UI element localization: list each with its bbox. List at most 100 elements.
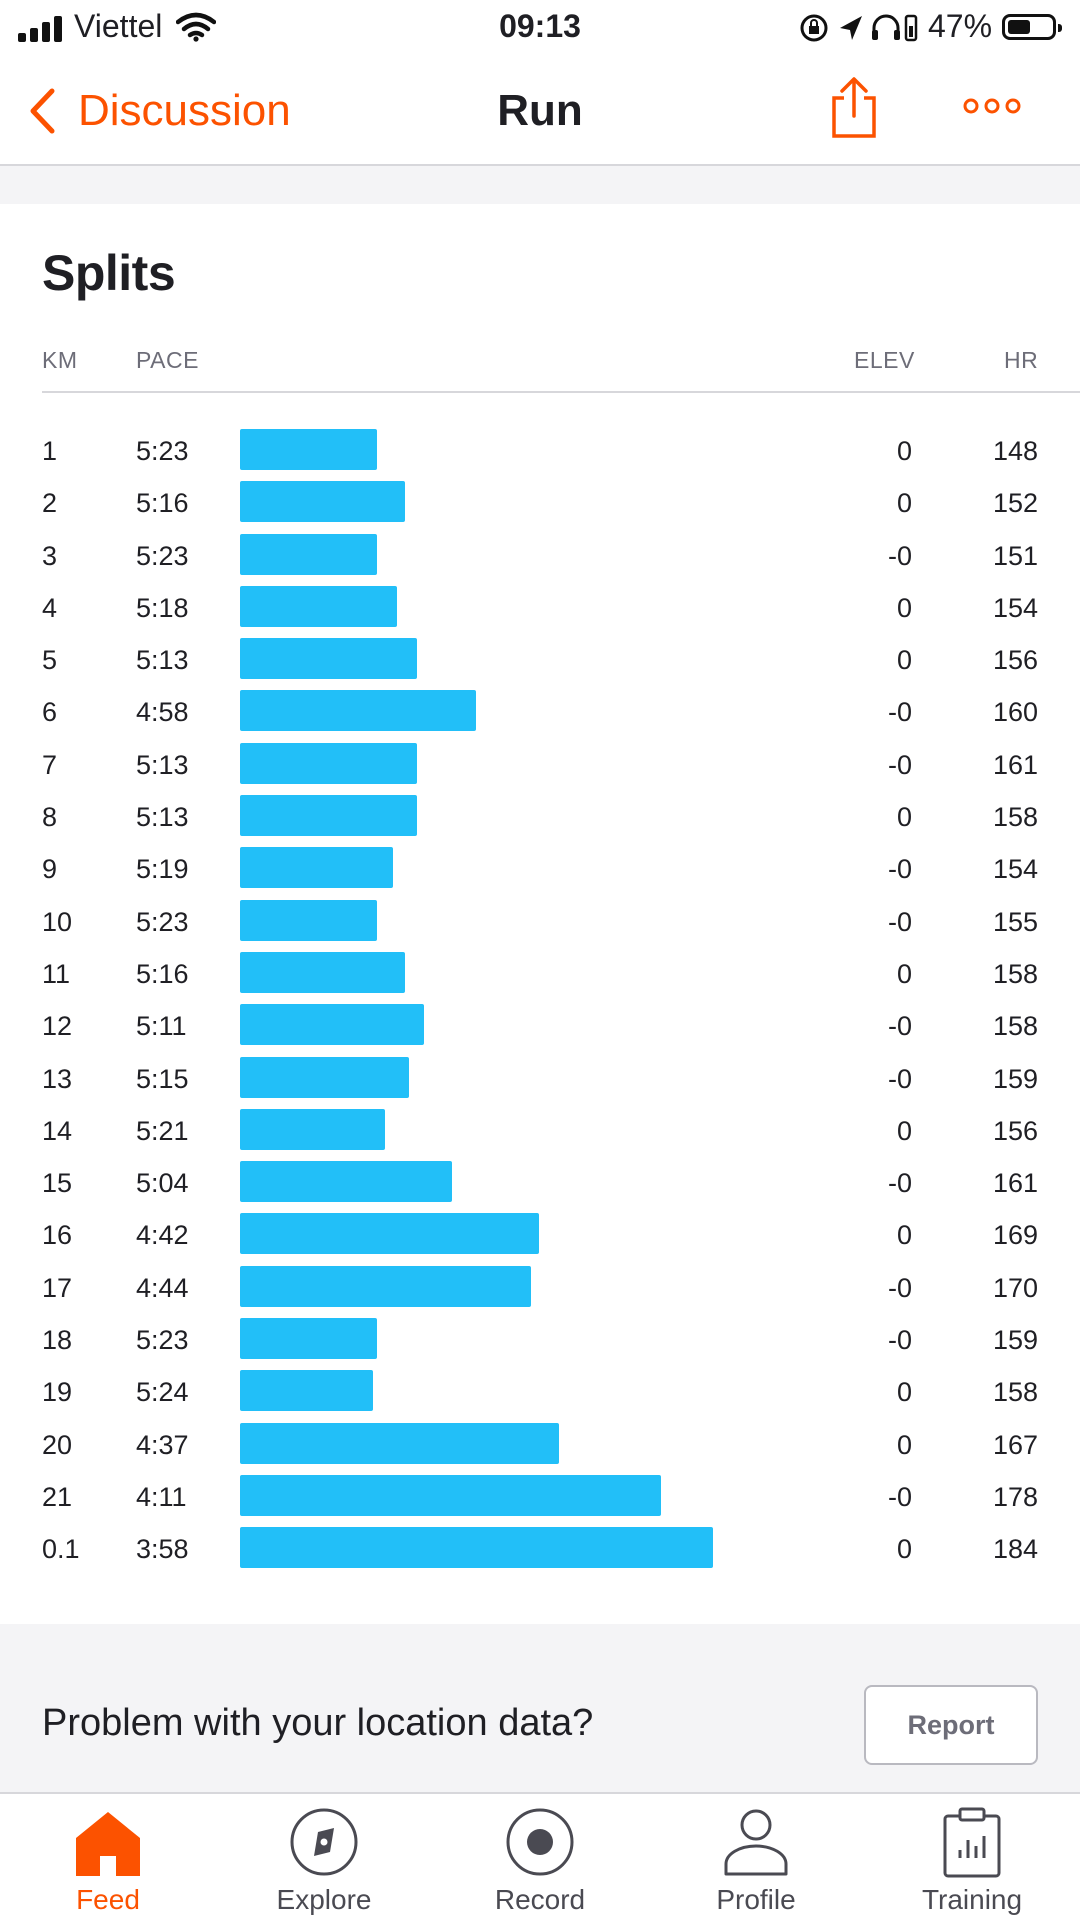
- share-icon[interactable]: [826, 76, 882, 140]
- split-km: 4: [42, 592, 58, 623]
- split-elev: 0: [896, 1220, 912, 1251]
- split-hr: 159: [992, 1325, 1038, 1356]
- split-elev: 0: [896, 958, 912, 989]
- split-hr: 184: [992, 1534, 1038, 1565]
- split-pace: 4:11: [136, 1481, 187, 1512]
- split-km: 19: [42, 1377, 73, 1408]
- battery-icon: [1002, 14, 1062, 40]
- column-header-hr: HR: [1004, 347, 1039, 373]
- split-row: 10 5:23 -0 155: [0, 896, 1080, 948]
- split-pace: 3:58: [136, 1534, 189, 1565]
- pace-bar: [240, 899, 377, 941]
- split-elev: -0: [887, 1481, 912, 1512]
- split-elev: -0: [887, 540, 912, 571]
- split-row: 11 5:16 0 158: [0, 948, 1080, 1000]
- split-km: 2: [42, 488, 58, 519]
- pace-bar: [240, 742, 417, 784]
- pace-bar: [240, 690, 476, 732]
- split-row: 17 4:44 -0 170: [0, 1262, 1080, 1314]
- split-pace: 5:19: [136, 854, 189, 885]
- pace-bar: [240, 951, 405, 993]
- pace-bar: [240, 1422, 559, 1464]
- rotation-lock-icon: [800, 14, 828, 42]
- header-divider: [42, 391, 1080, 393]
- split-pace: 5:11: [136, 1011, 187, 1042]
- split-elev: -0: [887, 1168, 912, 1199]
- tab-label: Explore: [276, 1884, 372, 1915]
- split-km: 13: [42, 1063, 73, 1094]
- split-pace: 5:15: [136, 1063, 189, 1094]
- pace-bar: [240, 1213, 539, 1255]
- tab-label: Profile: [716, 1884, 796, 1915]
- split-km: 5: [42, 645, 58, 676]
- tab-record[interactable]: Record: [432, 1794, 648, 1920]
- status-icons: [800, 14, 918, 42]
- pace-bar: [240, 1474, 661, 1516]
- pace-bar: [240, 1161, 452, 1203]
- split-km: 0.1: [42, 1534, 80, 1565]
- split-km: 12: [42, 1011, 73, 1042]
- split-pace: 5:24: [136, 1377, 189, 1408]
- split-km: 14: [42, 1115, 73, 1146]
- split-hr: 158: [992, 1011, 1038, 1042]
- pace-bar: [240, 638, 417, 680]
- pace-bar: [240, 1527, 713, 1569]
- split-pace: 5:13: [136, 802, 189, 833]
- clipboard-chart-icon: [943, 1807, 1001, 1878]
- split-km: 18: [42, 1325, 73, 1356]
- tab-feed[interactable]: Feed: [0, 1794, 216, 1920]
- split-hr: 156: [992, 645, 1038, 676]
- split-row: 13 5:15 -0 159: [0, 1053, 1080, 1105]
- split-hr: 161: [992, 1168, 1038, 1199]
- split-hr: 158: [992, 1377, 1038, 1408]
- pace-bar: [240, 585, 397, 627]
- split-elev: 0: [896, 802, 912, 833]
- split-elev: 0: [896, 1534, 912, 1565]
- split-km: 16: [42, 1220, 73, 1251]
- split-hr: 167: [992, 1429, 1038, 1460]
- headphones-icon: [872, 14, 900, 40]
- pace-bar: [240, 429, 377, 470]
- split-elev: 0: [896, 436, 912, 466]
- split-row: 20 4:37 0 167: [0, 1419, 1080, 1471]
- split-km: 15: [42, 1168, 73, 1199]
- split-row: 7 5:13 -0 161: [0, 739, 1080, 791]
- split-hr: 156: [992, 1115, 1038, 1146]
- split-km: 6: [42, 697, 58, 728]
- split-hr: 169: [992, 1220, 1038, 1251]
- compass-icon: [290, 1808, 358, 1876]
- split-row: 9 5:19 -0 154: [0, 843, 1080, 895]
- tab-profile[interactable]: Profile: [648, 1794, 864, 1920]
- person-icon: [724, 1809, 788, 1876]
- split-pace: 5:16: [136, 488, 189, 519]
- tab-training[interactable]: Training: [864, 1794, 1080, 1920]
- split-pace: 5:23: [136, 906, 189, 937]
- tab-label: Record: [494, 1884, 586, 1915]
- tab-explore[interactable]: Explore: [216, 1794, 432, 1920]
- charging-battery-icon: [904, 14, 918, 42]
- split-elev: -0: [887, 1011, 912, 1042]
- split-elev: -0: [887, 1272, 912, 1303]
- split-elev: -0: [887, 854, 912, 885]
- tab-bar: Feed Explore Record Profile Training: [0, 1792, 1080, 1920]
- split-pace: 4:44: [136, 1272, 189, 1303]
- report-button[interactable]: Report: [864, 1685, 1038, 1765]
- split-pace: 5:13: [136, 749, 189, 780]
- split-km: 11: [42, 958, 71, 989]
- split-row: 15 5:04 -0 161: [0, 1157, 1080, 1209]
- split-pace: 5:04: [136, 1168, 189, 1199]
- back-button[interactable]: Discussion: [28, 76, 291, 146]
- tab-label: Feed: [76, 1884, 140, 1915]
- more-options-icon[interactable]: [962, 96, 1022, 116]
- split-hr: 155: [992, 906, 1038, 937]
- splits-card: Splits KM PACE ELEV HR 1 5:23 0 148 2 5:16 0 15…: [0, 204, 1080, 1624]
- split-hr: 170: [992, 1272, 1038, 1303]
- record-icon: [506, 1808, 574, 1876]
- pace-bar: [240, 847, 393, 889]
- split-pace: 5:16: [136, 958, 189, 989]
- split-pace: 4:58: [136, 697, 189, 728]
- split-pace: 4:37: [136, 1429, 189, 1460]
- split-pace: 5:23: [136, 540, 189, 571]
- split-row: 3 5:23 -0 151: [0, 530, 1080, 582]
- split-elev: -0: [887, 906, 912, 937]
